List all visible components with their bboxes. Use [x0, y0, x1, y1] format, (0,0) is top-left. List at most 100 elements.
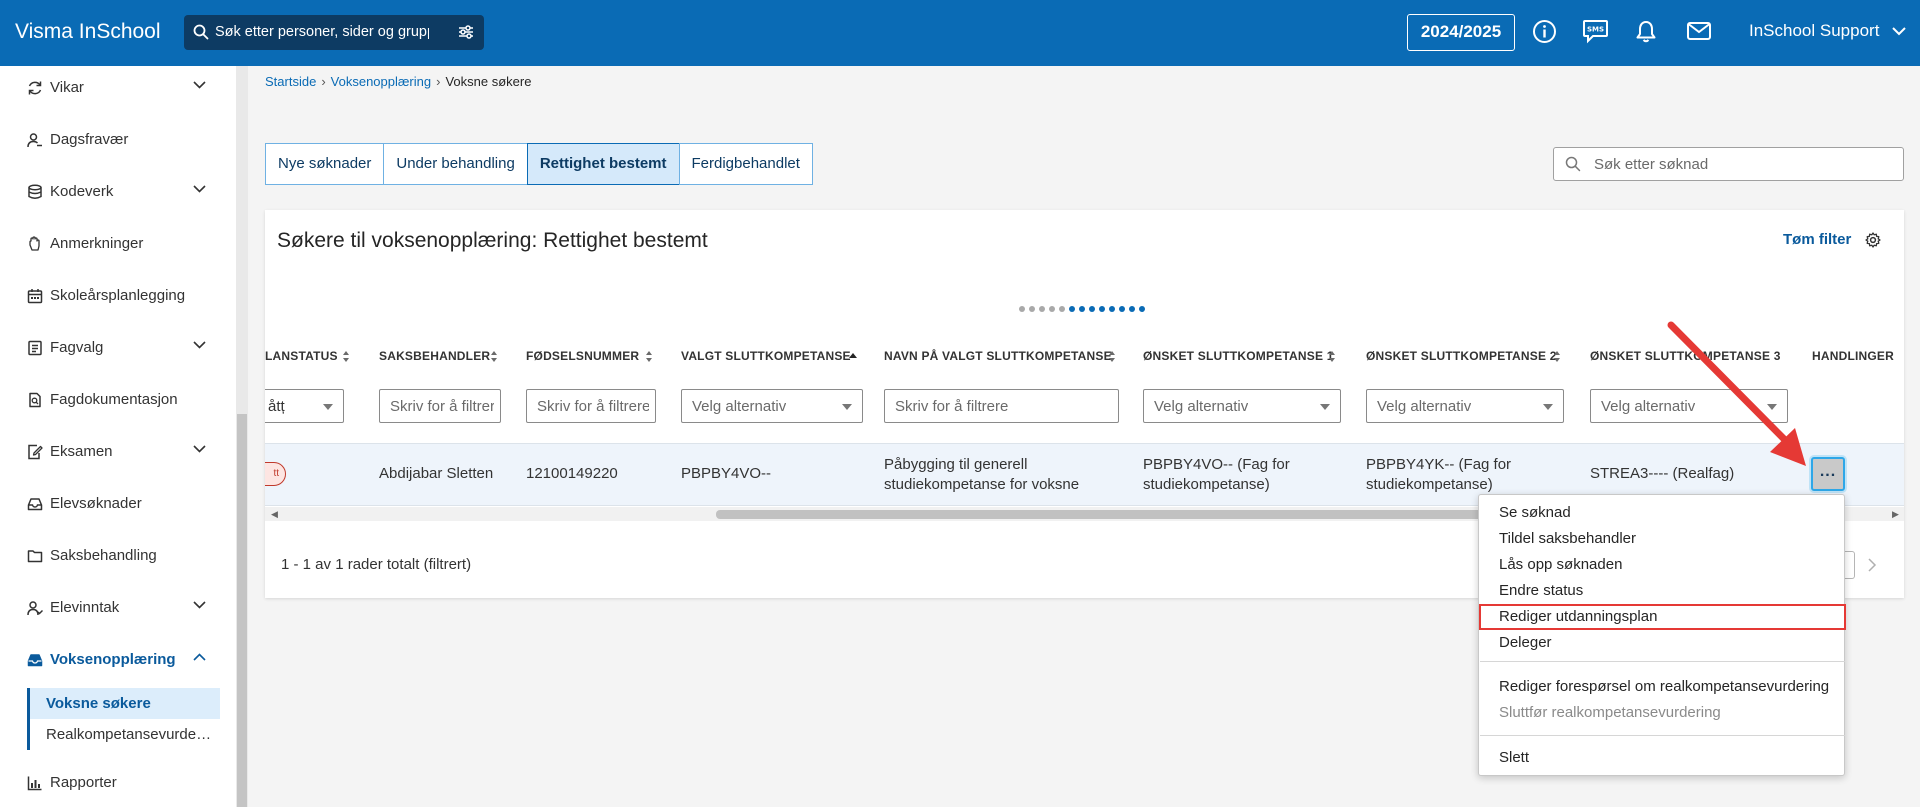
- sidebar-item-label: Skoleårsplanlegging: [50, 287, 186, 304]
- breadcrumb-home[interactable]: Startside: [265, 74, 316, 89]
- sidebar-item-eksamen[interactable]: Eksamen: [27, 437, 217, 467]
- chevron-up-icon: [193, 653, 206, 661]
- sidebar-item-rapporter[interactable]: Rapporter: [27, 768, 217, 798]
- sidebar-item-fagdokumentasjon[interactable]: Fagdokumentasjon: [27, 385, 217, 415]
- sort-icon[interactable]: [1108, 350, 1116, 363]
- sidebar-item-elevsoknader[interactable]: Elevsøknader: [27, 489, 217, 519]
- column-header-fodselsnummer[interactable]: FØDSELSNUMMER: [526, 349, 639, 363]
- clear-filter-button[interactable]: Tøm filter: [1783, 231, 1851, 248]
- navn-filter-input[interactable]: Skriv for å filtrere: [884, 389, 1119, 423]
- sidebar-item-dagsfravaer[interactable]: Dagsfravær: [27, 125, 217, 155]
- menu-item-endre-status[interactable]: Endre status: [1499, 582, 1583, 599]
- sidebar-scrollbar[interactable]: [236, 66, 248, 807]
- sidebar-item-elevinntak[interactable]: Elevinntak: [27, 593, 217, 623]
- menu-item-slett[interactable]: Slett: [1499, 749, 1529, 766]
- column-header-navn-pa-valgt-sluttkompetanse[interactable]: NAVN PÅ VALGT SLUTTKOMPETANSE: [884, 349, 1112, 363]
- bell-icon[interactable]: [1634, 19, 1658, 44]
- column-header-onsket-sluttkompetanse-3[interactable]: ØNSKET SLUTTKOMPETANSE 3: [1590, 349, 1781, 363]
- column-page-dot[interactable]: [1069, 306, 1075, 312]
- sidebar-item-kodeverk[interactable]: Kodeverk: [27, 177, 217, 207]
- menu-divider: [1480, 661, 1845, 662]
- info-icon[interactable]: [1532, 19, 1557, 44]
- sort-icon[interactable]: [1328, 350, 1336, 363]
- sidebar-scrollbar-thumb[interactable]: [237, 414, 247, 807]
- inbox-icon: [27, 496, 43, 512]
- column-page-dot[interactable]: [1049, 306, 1055, 312]
- chevron-right-icon[interactable]: [1864, 550, 1880, 580]
- onsket-3-filter-select[interactable]: Velg alternativ: [1590, 389, 1788, 423]
- valgt-sluttkompetanse-filter-select[interactable]: Velg alternativ: [681, 389, 863, 423]
- mail-icon[interactable]: [1686, 19, 1712, 44]
- column-header-onsket-sluttkompetanse-2[interactable]: ØNSKET SLUTTKOMPETANSE 2: [1366, 349, 1557, 363]
- tab-rettighet-bestemt[interactable]: Rettighet bestemt: [526, 143, 680, 185]
- sidebar-item-skolearsplanlegging[interactable]: Skoleårsplanlegging: [27, 281, 217, 311]
- column-page-dot[interactable]: [1089, 306, 1095, 312]
- onsket-1-filter-select[interactable]: Velg alternativ: [1143, 389, 1341, 423]
- sort-ascending-icon[interactable]: [848, 350, 858, 363]
- breadcrumb-parent[interactable]: Voksenopplæring: [331, 74, 431, 89]
- column-page-dot[interactable]: [1059, 306, 1065, 312]
- sidebar-item-anmerkninger[interactable]: Anmerkninger: [27, 229, 217, 259]
- column-header-saksbehandler[interactable]: SAKSBEHANDLER: [379, 349, 490, 363]
- sidebar-subitem-label: Realkompetansevurdering: [46, 726, 216, 743]
- fodselsnummer-filter-input[interactable]: Skriv for å filtrere: [526, 389, 656, 423]
- global-search[interactable]: Søk etter personer, sider og grupper: [184, 15, 484, 50]
- menu-item-las-opp-soknaden[interactable]: Lås opp søknaden: [1499, 556, 1622, 573]
- menu-item-deleger[interactable]: Deleger: [1499, 634, 1552, 651]
- school-year-button[interactable]: 2024/2025: [1407, 14, 1515, 51]
- app-brand[interactable]: Visma InSchool: [15, 20, 161, 44]
- column-page-dot[interactable]: [1139, 306, 1145, 312]
- sort-icon[interactable]: [1553, 350, 1561, 363]
- database-icon: [27, 184, 43, 200]
- column-page-dot[interactable]: [1029, 306, 1035, 312]
- column-header-onsket-sluttkompetanse-1[interactable]: ØNSKET SLUTTKOMPETANSE 1: [1143, 349, 1334, 363]
- column-page-dot[interactable]: [1129, 306, 1135, 312]
- user-menu[interactable]: InSchool Support: [1749, 21, 1906, 41]
- user-name: InSchool Support: [1749, 21, 1880, 40]
- tab-under-behandling[interactable]: Under behandling: [383, 143, 528, 185]
- sort-icon[interactable]: [490, 350, 498, 363]
- sort-icon[interactable]: [342, 350, 350, 363]
- column-header-valgt-sluttkompetanse[interactable]: VALGT SLUTTKOMPETANSE: [681, 349, 851, 363]
- column-page-dot[interactable]: [1119, 306, 1125, 312]
- table-scrollbar-thumb[interactable]: [716, 510, 1603, 519]
- sort-icon[interactable]: [645, 350, 653, 363]
- filter-sliders-icon[interactable]: [457, 24, 475, 40]
- row-actions-menu: Se søknad Tildel saksbehandler Lås opp s…: [1478, 494, 1846, 776]
- menu-item-tildel-saksbehandler[interactable]: Tildel saksbehandler: [1499, 530, 1636, 547]
- sidebar-subitem-voksne-sokere[interactable]: Voksne søkere: [27, 688, 220, 719]
- sidebar-item-voksenopplaering[interactable]: Voksenopplæring: [27, 645, 217, 675]
- chevron-down-icon: [193, 341, 206, 349]
- global-search-input[interactable]: Søk etter personer, sider og grupper: [215, 24, 429, 40]
- application-search-input[interactable]: Søk etter søknad: [1594, 156, 1708, 173]
- sidebar-item-fagvalg[interactable]: Fagvalg: [27, 333, 217, 363]
- sidebar-item-saksbehandling[interactable]: Saksbehandling: [27, 541, 217, 571]
- menu-item-rediger-foresporsel[interactable]: Rediger forespørsel om realkompetansevur…: [1499, 678, 1829, 695]
- column-page-dot[interactable]: [1019, 306, 1025, 312]
- column-page-dot[interactable]: [1109, 306, 1115, 312]
- tab-ferdigbehandlet[interactable]: Ferdigbehandlet: [678, 143, 813, 185]
- onsket-2-filter-select[interactable]: Velg alternativ: [1366, 389, 1564, 423]
- gear-icon[interactable]: [1865, 232, 1881, 248]
- status-filter-select[interactable]: åtț: [265, 389, 344, 423]
- column-page-dot[interactable]: [1099, 306, 1105, 312]
- chevron-down-icon: [193, 445, 206, 453]
- scroll-left-icon[interactable]: ◀: [271, 509, 278, 520]
- chart-icon: [27, 775, 43, 791]
- column-page-dot[interactable]: [1039, 306, 1045, 312]
- column-header-status[interactable]: LANSTATUS: [265, 349, 338, 363]
- saksbehandler-filter-input[interactable]: Skriv for å filtrere: [379, 389, 501, 423]
- cell-onsket-2: PBPBY4YK-- (Fag for studiekompetanse): [1366, 456, 1512, 493]
- cell-onsket-1: PBPBY4VO-- (Fag for studiekompetanse): [1143, 456, 1290, 493]
- menu-item-se-soknad[interactable]: Se søknad: [1499, 504, 1571, 521]
- caret-down-icon: [1767, 404, 1777, 410]
- menu-item-rediger-utdanningsplan[interactable]: Rediger utdanningsplan: [1499, 608, 1657, 625]
- sidebar-item-vikar[interactable]: Vikar: [27, 73, 217, 103]
- row-actions-button[interactable]: ...: [1811, 457, 1845, 491]
- scroll-right-icon[interactable]: ▶: [1892, 509, 1899, 520]
- application-search[interactable]: Søk etter søknad: [1553, 147, 1904, 181]
- tab-nye-soknader[interactable]: Nye søknader: [265, 143, 385, 185]
- sms-icon[interactable]: SMS: [1582, 19, 1609, 44]
- column-page-dot[interactable]: [1079, 306, 1085, 312]
- sidebar-subitem-realkompetansevurdering[interactable]: Realkompetansevurdering: [27, 719, 220, 750]
